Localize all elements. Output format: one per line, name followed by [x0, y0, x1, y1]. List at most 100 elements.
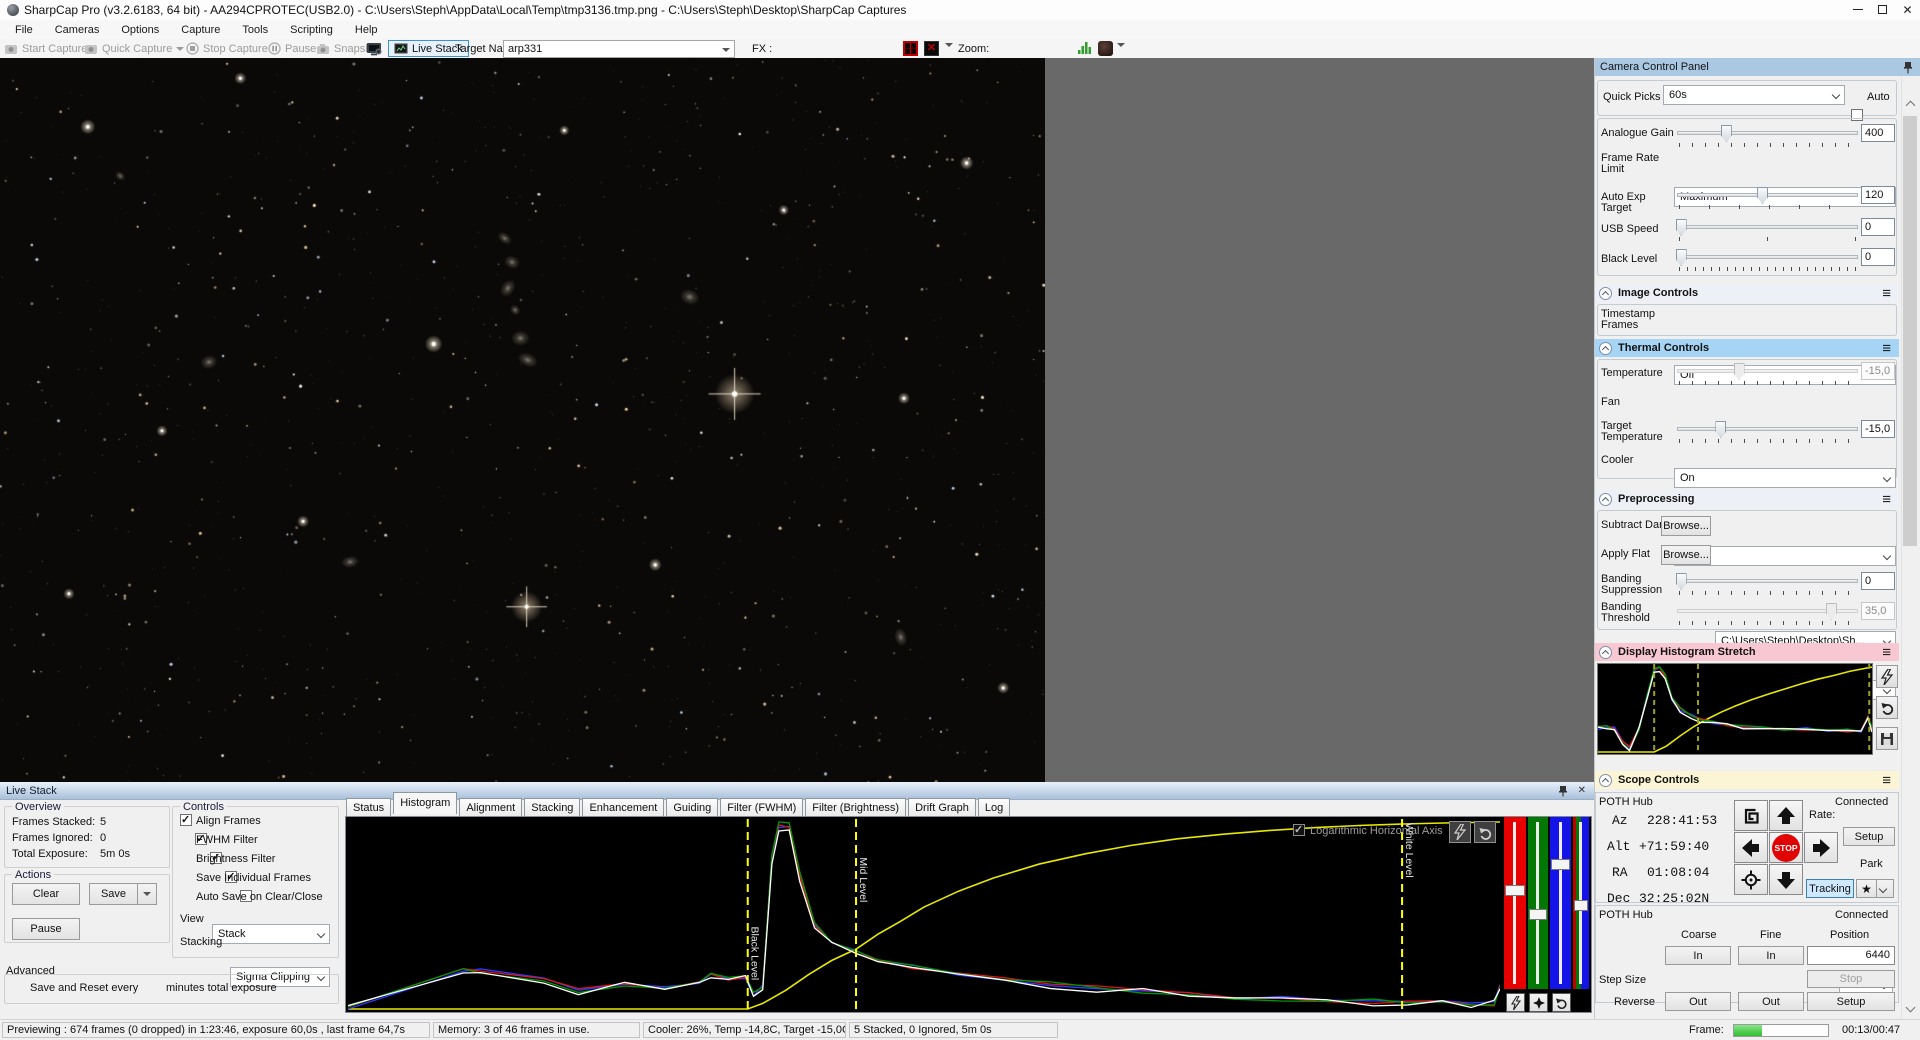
- red-stretch-slider[interactable]: [1504, 817, 1526, 989]
- pin-icon[interactable]: [1903, 61, 1913, 74]
- clear-button[interactable]: Clear: [12, 883, 80, 905]
- tracking-button[interactable]: Tracking: [1806, 879, 1854, 898]
- slew-stop-button[interactable]: STOP: [1769, 832, 1803, 863]
- position-field[interactable]: 6440: [1807, 946, 1895, 965]
- menu-scripting[interactable]: Scripting: [279, 24, 344, 36]
- menu-tools[interactable]: Tools: [231, 24, 279, 36]
- tab-status[interactable]: Status: [346, 798, 392, 817]
- green-thumb[interactable]: [1529, 909, 1547, 921]
- auto-exp-target-value[interactable]: 120: [1861, 186, 1895, 204]
- collapse-icon[interactable]: [1599, 492, 1612, 506]
- scroll-down-arrow[interactable]: [1902, 1001, 1918, 1017]
- starfield-image[interactable]: [0, 58, 1045, 782]
- tab-stacking[interactable]: Stacking: [524, 798, 581, 817]
- pause-button[interactable]: Pause: [268, 40, 316, 57]
- usb-speed-slider[interactable]: [1675, 218, 1858, 236]
- banding-suppression-value[interactable]: 0: [1861, 572, 1895, 590]
- black-level-slider[interactable]: [1675, 248, 1858, 266]
- tab-guiding[interactable]: Guiding: [666, 798, 719, 817]
- menu-capture[interactable]: Capture: [170, 24, 231, 36]
- fine-in-button[interactable]: In: [1738, 946, 1804, 965]
- start-capture-button[interactable]: Start Capture: [4, 40, 87, 57]
- view-combo[interactable]: Stack: [212, 924, 330, 944]
- collapse-icon[interactable]: [1599, 773, 1612, 787]
- collapse-icon[interactable]: [1599, 341, 1612, 355]
- fine-out-button[interactable]: Out: [1738, 992, 1804, 1011]
- panel-scrollbar[interactable]: [1901, 76, 1918, 1019]
- analogue-gain-value[interactable]: 400: [1861, 124, 1895, 142]
- quick-capture-button[interactable]: Quick Capture: [84, 40, 185, 57]
- save-dropdown-button[interactable]: [137, 883, 157, 905]
- scope-controls-header[interactable]: Scope Controls ≡: [1595, 771, 1899, 789]
- banding-suppression-thumb[interactable]: [1675, 573, 1687, 590]
- green-stretch-slider[interactable]: [1528, 817, 1548, 989]
- all-thumb[interactable]: [1574, 900, 1588, 912]
- tab-drift-graph[interactable]: Drift Graph: [908, 798, 976, 817]
- slew-up-button[interactable]: [1769, 800, 1803, 831]
- scrollbar-thumb[interactable]: [1903, 116, 1917, 546]
- display-histogram-chart[interactable]: [1597, 663, 1873, 755]
- dead-pixel-display-icon[interactable]: ✕: [924, 41, 939, 56]
- save-button[interactable]: Save: [89, 883, 138, 905]
- scroll-up-arrow[interactable]: [1902, 96, 1918, 112]
- minimize-button[interactable]: [1845, 0, 1870, 19]
- menu-cameras[interactable]: Cameras: [44, 24, 111, 36]
- image-viewer[interactable]: [0, 58, 1594, 782]
- section-menu-icon[interactable]: ≡: [1882, 285, 1891, 302]
- close-panel-icon[interactable]: ✕: [1578, 785, 1586, 796]
- goto-center-button[interactable]: [1734, 864, 1768, 895]
- blue-stretch-slider[interactable]: [1550, 817, 1571, 989]
- quick-picks-combo[interactable]: 60s: [1663, 85, 1845, 105]
- pause-stack-button[interactable]: Pause: [12, 918, 80, 940]
- stack-reset-stretch-button[interactable]: [1552, 993, 1571, 1012]
- banding-suppression-slider[interactable]: [1675, 572, 1858, 590]
- thermal-controls-header[interactable]: Thermal Controls ≡: [1595, 339, 1899, 357]
- auto-exp-target-slider[interactable]: [1677, 186, 1858, 204]
- collapse-icon[interactable]: [1599, 286, 1612, 300]
- auto-stretch-stack-button[interactable]: [1449, 821, 1471, 843]
- tab-enhancement[interactable]: Enhancement: [582, 798, 665, 817]
- black-level-value[interactable]: 0: [1861, 248, 1895, 266]
- section-menu-icon[interactable]: ≡: [1882, 772, 1891, 789]
- mount-setup-button[interactable]: Setup: [1843, 827, 1895, 846]
- reset-stretch-button[interactable]: [1876, 696, 1898, 719]
- stack-star-stretch-button[interactable]: [1529, 993, 1548, 1012]
- coarse-out-button[interactable]: Out: [1665, 992, 1731, 1011]
- menu-help[interactable]: Help: [344, 24, 389, 36]
- pin-icon[interactable]: [1558, 785, 1568, 797]
- fan-combo[interactable]: On: [1674, 468, 1896, 488]
- usb-speed-thumb[interactable]: [1675, 219, 1687, 236]
- log-axis-checkbox[interactable]: [1293, 823, 1305, 836]
- tab-alignment[interactable]: Alignment: [459, 798, 523, 817]
- preview-display-button[interactable]: [366, 40, 383, 57]
- section-menu-icon[interactable]: ≡: [1882, 340, 1891, 357]
- tab-log[interactable]: Log: [977, 798, 1011, 817]
- collapse-icon[interactable]: [1599, 645, 1612, 659]
- usb-speed-value[interactable]: 0: [1861, 218, 1895, 236]
- tab-histogram[interactable]: Histogram: [393, 792, 458, 814]
- black-level-thumb[interactable]: [1675, 249, 1687, 266]
- image-histogram-icon[interactable]: [1077, 41, 1092, 55]
- stack-histogram-chart[interactable]: Black Level Mid Level White Level: [347, 819, 1501, 1011]
- slew-down-button[interactable]: [1769, 864, 1803, 895]
- stop-capture-button[interactable]: Stop Capture: [186, 40, 268, 57]
- auto-exp-target-thumb[interactable]: [1757, 187, 1769, 204]
- spiral-search-button[interactable]: [1734, 800, 1768, 831]
- display-histogram-stretch-header[interactable]: Display Histogram Stretch ≡: [1595, 643, 1899, 661]
- track-rate-dropdown[interactable]: [1875, 880, 1889, 897]
- align-frames-checkbox[interactable]: [180, 813, 192, 826]
- menu-file[interactable]: File: [4, 24, 44, 36]
- coarse-in-button[interactable]: In: [1665, 946, 1731, 965]
- stretch-tool-icon[interactable]: [1098, 41, 1113, 56]
- highlight-display-icon[interactable]: [903, 41, 918, 56]
- tab-filter-brightness[interactable]: Filter (Brightness): [805, 798, 907, 817]
- target-temperature-value[interactable]: -15,0: [1861, 420, 1895, 438]
- tab-filter-fwhm[interactable]: Filter (FWHM): [720, 798, 804, 817]
- target-temperature-thumb[interactable]: [1715, 421, 1727, 438]
- auto-stretch-button[interactable]: [1876, 665, 1898, 688]
- focuser-setup-button[interactable]: Setup: [1807, 992, 1895, 1011]
- section-menu-icon[interactable]: ≡: [1882, 491, 1891, 508]
- close-button[interactable]: ✕: [1895, 0, 1920, 19]
- subtract-dark-browse-button[interactable]: Browse...: [1661, 516, 1711, 536]
- image-controls-header[interactable]: Image Controls ≡: [1595, 284, 1899, 302]
